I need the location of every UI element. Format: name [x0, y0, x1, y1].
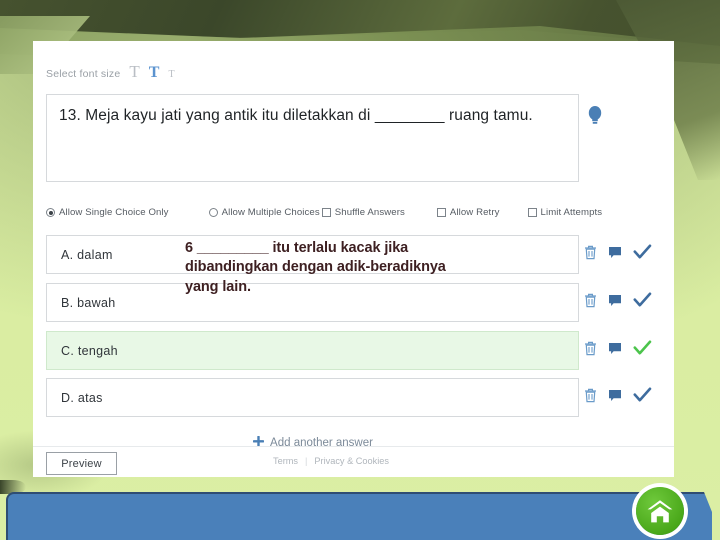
terms-link[interactable]: Terms	[273, 456, 298, 466]
option-allow-multiple-choices[interactable]: Allow Multiple Choices	[208, 207, 320, 218]
checkbox-shuffle-answers-icon[interactable]	[321, 208, 331, 217]
overlay-note-text: 6 _________ itu terlalu kacak jika diban…	[185, 239, 505, 297]
option-allow-retry[interactable]: Allow Retry	[436, 207, 500, 218]
trash-icon[interactable]	[584, 293, 597, 313]
check-icon[interactable]	[633, 340, 652, 361]
font-size-small-icon[interactable]: T	[168, 70, 174, 80]
trash-icon[interactable]	[584, 341, 597, 361]
answer-row[interactable]: C. tengah	[46, 331, 579, 370]
radio-single-choice-icon[interactable]	[46, 208, 55, 217]
choice-mode-options: Allow Single Choice Only Allow Multiple …	[46, 207, 661, 218]
plus-icon	[252, 435, 265, 450]
comment-icon[interactable]	[608, 294, 622, 312]
quiz-editor-panel: Select font size T T T 13. Meja kayu jat…	[33, 41, 674, 477]
home-button[interactable]	[636, 487, 684, 535]
answer-text: B. bawah	[61, 295, 116, 310]
preview-button[interactable]: Preview	[46, 452, 117, 475]
option-label: Shuffle Answers	[334, 207, 405, 218]
trash-icon[interactable]	[584, 388, 597, 408]
option-label: Allow Retry	[449, 207, 500, 218]
answer-text: A. dalam	[61, 247, 113, 262]
check-icon[interactable]	[633, 244, 652, 265]
footer-link-divider: |	[305, 456, 308, 466]
option-label: Allow Single Choice Only	[59, 207, 169, 218]
home-icon	[645, 497, 675, 525]
comment-icon[interactable]	[608, 246, 622, 264]
checkbox-limit-attempts-icon[interactable]	[527, 208, 537, 217]
option-allow-single-choice[interactable]: Allow Single Choice Only	[46, 207, 169, 218]
option-label: Allow Multiple Choices	[221, 207, 320, 218]
checkbox-allow-retry-icon[interactable]	[436, 208, 446, 217]
check-icon[interactable]	[633, 292, 652, 313]
radio-multiple-choices-icon[interactable]	[208, 208, 218, 217]
answer-row[interactable]: D. atas	[46, 378, 579, 417]
trash-icon[interactable]	[584, 245, 597, 265]
option-limit-attempts[interactable]: Limit Attempts	[527, 207, 603, 218]
check-icon[interactable]	[633, 387, 652, 408]
overlay-note-line: yang lain.	[185, 278, 251, 295]
answer-text: C. tengah	[61, 343, 118, 358]
comment-icon[interactable]	[608, 342, 622, 360]
question-text: 13. Meja kayu jati yang antik itu dileta…	[59, 107, 533, 124]
font-size-large-icon[interactable]: T	[129, 63, 139, 80]
overlay-note-line: 6 _________ itu terlalu kacak jika	[185, 240, 409, 256]
option-label: Limit Attempts	[540, 207, 603, 218]
answer-text: D. atas	[61, 390, 103, 405]
font-size-toolbar: Select font size T T T	[46, 63, 175, 81]
footer-divider	[33, 446, 674, 447]
comment-icon[interactable]	[608, 389, 622, 407]
add-another-answer-button[interactable]: Add another answer	[33, 435, 593, 450]
answer-row-actions	[584, 340, 652, 361]
overlay-note-line: dibandingkan dengan adik-beradiknya	[185, 259, 446, 276]
answer-row-actions	[584, 387, 652, 408]
question-text-box[interactable]: 13. Meja kayu jati yang antik itu dileta…	[46, 94, 579, 182]
answer-row-actions	[584, 292, 652, 313]
font-size-label: Select font size	[46, 68, 121, 80]
bottom-navigation-bar	[6, 492, 712, 540]
font-size-medium-icon[interactable]: T	[149, 65, 160, 81]
option-shuffle-answers[interactable]: Shuffle Answers	[321, 207, 405, 218]
answer-row-actions	[584, 244, 652, 265]
add-another-answer-label: Add another answer	[270, 437, 373, 449]
lightbulb-icon[interactable]	[584, 103, 606, 129]
privacy-cookies-link[interactable]: Privacy & Cookies	[314, 456, 389, 466]
footer-links: Terms | Privacy & Cookies	[273, 456, 389, 466]
